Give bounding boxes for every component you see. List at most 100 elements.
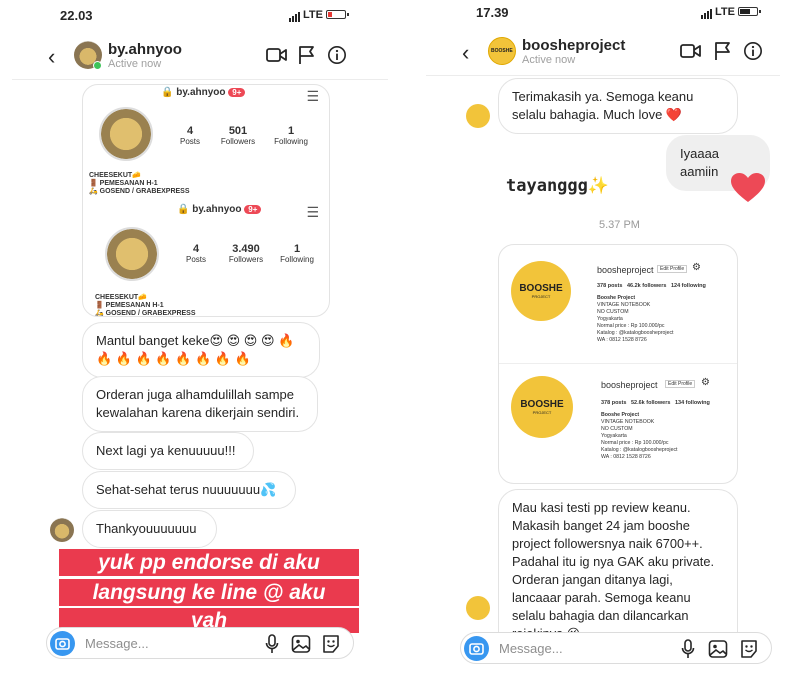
profile-stats: 378 posts 46.2k followers 124 following xyxy=(597,283,706,289)
camera-button[interactable] xyxy=(50,631,75,656)
profile-snapshot-before: 🔒 by.ahnyoo 9+ ☰ 4 Posts 501 Followers 1 Fo… xyxy=(89,87,319,195)
message-timestamp: 5.37 PM xyxy=(599,219,640,231)
message-bubble[interactable]: Sehat-sehat terus nuuuuuuu💦 xyxy=(82,471,296,509)
story-text-line: yuk pp endorse di aku xyxy=(59,549,359,576)
profile-bio: CHEESEKUT🧀 🚪 PEMESANAN H-1 🛵 GOSEND / GR… xyxy=(95,294,196,317)
profile-bio: Booshe Project VINTAGE NOTEBOOK NO CUSTO… xyxy=(601,412,678,461)
edit-profile-button: Edit Profile xyxy=(657,265,688,273)
avatar[interactable]: BOOSHE xyxy=(488,37,516,65)
profile-bio: CHEESEKUT🧀 🚪 PEMESANAN H-1 🛵 GOSEND / GR… xyxy=(89,172,190,195)
menu-icon: ☰ xyxy=(306,88,319,104)
video-call-icon[interactable] xyxy=(680,41,702,61)
flag-icon[interactable] xyxy=(712,41,734,61)
bio-line: NO CUSTOM xyxy=(601,426,633,432)
bio-line: NO CUSTOM xyxy=(597,309,629,315)
gallery-icon[interactable] xyxy=(291,634,311,654)
profile-snapshot-before: BOOSHE PROJECT boosheproject Edit Profile… xyxy=(499,245,737,363)
followers-count: 501 xyxy=(228,125,248,137)
followers-label: Followers xyxy=(228,255,264,264)
bio-line: Booshe Project xyxy=(597,295,636,301)
network-label: LTE xyxy=(715,6,735,18)
signal-icon xyxy=(289,10,301,22)
camera-icon xyxy=(469,643,484,655)
bio-line: CHEESEKUT xyxy=(95,294,139,301)
bio-line: PEMESANAN H-1 xyxy=(105,302,164,309)
following-label: Following xyxy=(274,137,308,146)
sticker-icon[interactable] xyxy=(321,634,341,654)
sender-avatar[interactable] xyxy=(466,104,490,128)
message-composer[interactable]: Message... xyxy=(460,632,772,664)
logo-subtext: PROJECT xyxy=(531,294,551,299)
profile-snapshot-after: 🔒 by.ahnyoo 9+ ☰ 4 Posts 3.490 Followers 1… xyxy=(95,204,319,317)
following-label: Following xyxy=(280,255,314,264)
bio-line: Booshe Project xyxy=(601,412,640,418)
profile-snapshot-after: BOOSHE PROJECT boosheproject Edit Profile… xyxy=(499,363,737,483)
bio-line: GOSEND / GRABEXPRESS xyxy=(99,188,190,195)
sender-avatar[interactable] xyxy=(466,596,490,620)
battery-icon xyxy=(738,7,761,16)
posts-label: Posts xyxy=(179,137,200,146)
bio-line: VINTAGE NOTEBOOK xyxy=(597,302,651,308)
followers-count: 3.490 xyxy=(232,243,260,255)
heart-icon[interactable] xyxy=(730,172,766,204)
info-icon[interactable] xyxy=(742,41,764,61)
microphone-icon[interactable] xyxy=(681,639,695,659)
menu-icon: ☰ xyxy=(306,204,319,220)
message-bubble[interactable]: Terimakasih ya. Semoga keanu selalu baha… xyxy=(498,78,738,134)
message-input[interactable]: Message... xyxy=(85,636,149,651)
status-bar: 17.39 LTE xyxy=(426,0,780,30)
message-bubble[interactable]: Mantul banget keke😍 😍 😍 😍 🔥 🔥 🔥 🔥 🔥 🔥 🔥 … xyxy=(82,322,320,378)
camera-icon xyxy=(55,638,70,650)
video-call-icon[interactable] xyxy=(266,45,288,65)
network-label: LTE xyxy=(303,9,323,21)
profile-picture: BOOSHE PROJECT xyxy=(511,261,571,321)
following-count: 1 xyxy=(287,125,295,137)
logo-text: BOOSHE xyxy=(519,283,563,294)
bio-line: WA : 0812 1528 8726 xyxy=(601,454,651,460)
back-icon[interactable]: ‹ xyxy=(462,40,469,66)
microphone-icon[interactable] xyxy=(265,634,279,654)
chat-header: ‹ by.ahnyoo Active now xyxy=(12,32,388,80)
notification-badge: 9+ xyxy=(228,88,246,97)
message-bubble[interactable]: Mau kasi testi pp review keanu. Makasih … xyxy=(498,489,738,653)
message-text[interactable]: tayanggg✨ xyxy=(506,176,609,196)
bio-line: VINTAGE NOTEBOOK xyxy=(601,419,655,425)
logo-subtext: PROJECT xyxy=(532,410,552,415)
avatar-logo-text: BOOSHE xyxy=(491,48,513,54)
active-status-text: Active now xyxy=(522,54,576,66)
message-input[interactable]: Message... xyxy=(499,641,563,656)
bio-line: GOSEND / GRABEXPRESS xyxy=(105,310,196,317)
signal-indicator: LTE xyxy=(701,6,761,19)
back-icon[interactable]: ‹ xyxy=(48,44,55,70)
profile-picture xyxy=(99,107,153,161)
message-bubble[interactable]: Thankyouuuuuuu xyxy=(82,510,217,548)
bio-line: Normal price : Rp 100.000/pc xyxy=(601,440,669,446)
profile-stats: 378 posts 52.6k followers 134 following xyxy=(601,400,710,406)
edit-profile-button: Edit Profile xyxy=(665,380,696,388)
battery-icon xyxy=(326,10,349,19)
bio-line: Yogyakarta xyxy=(597,316,623,322)
sticker-icon[interactable] xyxy=(739,639,759,659)
message-bubble[interactable]: Next lagi ya kenuuuuu!!! xyxy=(82,432,254,470)
chat-username[interactable]: boosheproject xyxy=(522,37,625,54)
gallery-icon[interactable] xyxy=(708,639,728,659)
sender-avatar[interactable] xyxy=(50,518,74,542)
flag-icon[interactable] xyxy=(296,45,318,65)
posts-count: 4 xyxy=(186,125,194,137)
message-composer[interactable]: Message... xyxy=(46,627,354,659)
chat-username[interactable]: by.ahnyoo xyxy=(108,41,182,58)
message-bubble[interactable]: Orderan juga alhamdulillah sampe kewalah… xyxy=(82,376,318,432)
logo-text: BOOSHE xyxy=(520,399,564,410)
profile-username: boosheproject xyxy=(601,380,658,390)
status-bar: 22.03 LTE xyxy=(12,0,388,30)
bio-line: Katalog : @katalogboosheproject xyxy=(597,330,674,336)
shared-profile-screenshot[interactable]: BOOSHE PROJECT boosheproject Edit Profile… xyxy=(498,244,738,484)
profile-username: boosheproject xyxy=(597,265,654,275)
profile-picture xyxy=(105,227,159,281)
chat-header: ‹ BOOSHE boosheproject Active now xyxy=(426,28,780,76)
active-status-dot xyxy=(93,61,102,70)
info-icon[interactable] xyxy=(326,45,348,65)
posts-label: Posts xyxy=(185,255,206,264)
camera-button[interactable] xyxy=(464,636,489,661)
shared-profile-screenshot[interactable]: 🔒 by.ahnyoo 9+ ☰ 4 Posts 501 Followers 1 Fo… xyxy=(82,84,330,317)
